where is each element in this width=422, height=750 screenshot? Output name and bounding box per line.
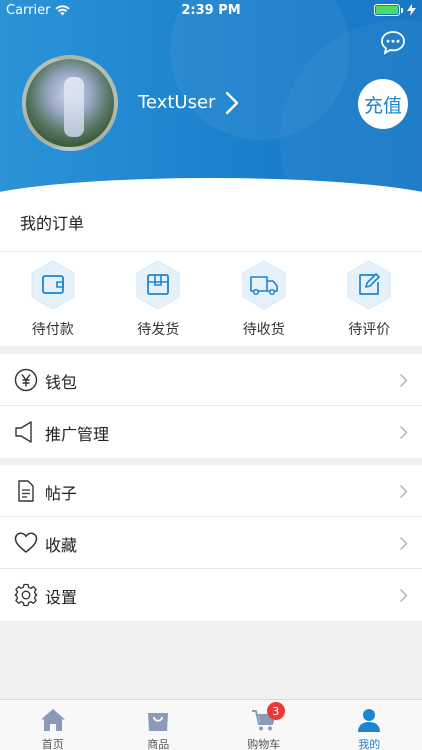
order-label: 待付款 [31, 322, 74, 338]
menu-label: 钱包 [45, 373, 78, 392]
menu-label: 收藏 [45, 536, 78, 555]
chevron-right-icon [399, 588, 408, 603]
app-root: Carrier 2:39 PM TextUser 充值 我的订单 待付款 待发货… [0, 0, 422, 750]
menu-item-favorites[interactable]: 收藏 [0, 517, 422, 569]
avatar[interactable] [22, 55, 118, 151]
battery-icon [374, 4, 403, 16]
tab-cart[interactable]: 3 购物车 [211, 700, 317, 750]
truck-icon [242, 260, 286, 310]
menu-group-wallet: 钱包 推广管理 [0, 354, 422, 458]
tab-mine[interactable]: 我的 [317, 700, 422, 750]
order-pending-review[interactable]: 待评价 [317, 252, 422, 346]
profile-header: Carrier 2:39 PM TextUser 充值 [0, 0, 422, 200]
order-pending-receipt[interactable]: 待收货 [211, 252, 317, 346]
menu-label: 帖子 [45, 484, 78, 503]
clock: 2:39 PM [181, 3, 241, 18]
tab-home[interactable]: 首页 [0, 700, 106, 750]
wallet-icon [31, 260, 75, 310]
avatar-waterfall [64, 77, 84, 137]
tab-label: 首页 [41, 738, 64, 750]
chevron-right-icon [399, 536, 408, 551]
tab-label: 购物车 [247, 738, 281, 750]
user-icon [358, 709, 381, 732]
order-label: 待收货 [242, 322, 285, 338]
chat-icon[interactable] [380, 30, 406, 56]
package-icon [136, 260, 180, 310]
tab-label: 商品 [147, 738, 170, 750]
order-label: 待发货 [137, 322, 180, 338]
speaker-icon [15, 421, 32, 443]
menu-label: 设置 [45, 588, 78, 607]
heart-icon [14, 532, 38, 553]
menu-item-posts[interactable]: 帖子 [0, 465, 422, 517]
menu-group-content: 帖子 收藏 设置 [0, 465, 422, 621]
order-pending-payment[interactable]: 待付款 [0, 252, 106, 346]
my-orders-header[interactable]: 我的订单 [0, 200, 422, 252]
shopping-bag-icon [148, 713, 169, 731]
yuan-icon [14, 368, 38, 392]
menu-item-promotion[interactable]: 推广管理 [0, 406, 422, 458]
order-label: 待评价 [348, 322, 391, 338]
menu-item-wallet[interactable]: 钱包 [0, 354, 422, 406]
chevron-right-icon [399, 425, 408, 440]
home-icon [40, 709, 65, 731]
chevron-right-icon[interactable] [222, 90, 242, 116]
chevron-right-icon [399, 373, 408, 388]
order-status-row: 待付款 待发货 待收货 待评价 [0, 252, 422, 346]
tab-products[interactable]: 商品 [106, 700, 212, 750]
username[interactable]: TextUser [138, 92, 215, 113]
document-icon [18, 480, 34, 502]
recharge-button[interactable]: 充值 [358, 79, 408, 129]
order-pending-shipment[interactable]: 待发货 [106, 252, 212, 346]
tab-label: 我的 [358, 738, 381, 750]
charging-icon [407, 4, 416, 16]
tab-bar: 首页 商品 3 购物车 我的 [0, 699, 422, 750]
my-orders-title: 我的订单 [20, 214, 85, 233]
edit-icon [347, 260, 391, 310]
chevron-right-icon [399, 484, 408, 499]
menu-label: 推广管理 [45, 425, 110, 444]
gear-icon [14, 583, 38, 607]
menu-item-settings[interactable]: 设置 [0, 569, 422, 621]
cart-badge: 3 [266, 702, 285, 720]
status-bar: Carrier 2:39 PM [0, 0, 422, 22]
